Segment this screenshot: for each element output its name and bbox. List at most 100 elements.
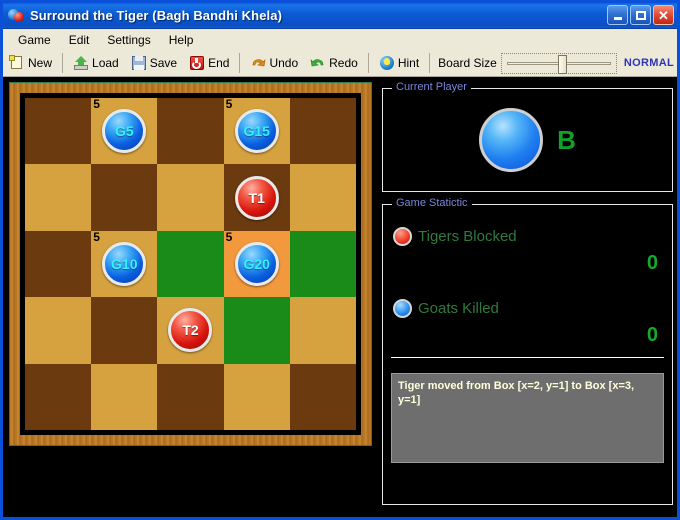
board-cell-r3-c2[interactable]: T2 [157,297,224,364]
cell-count-label: 5 [225,97,233,111]
tigers-blocked-row: Tigers Blocked [393,227,517,246]
status-message-box: Tiger moved from Box [x=2, y=1] to Box [… [391,373,664,463]
board-cell-r2-c3[interactable]: 5 G20 [223,229,290,298]
game-statistic-group: Game Statictic Tigers Blocked 0 Goats Ki… [382,197,673,505]
close-button[interactable]: ✕ [653,5,674,25]
game-board-grid[interactable]: 5 G5 5 G15 T1 5 G10 5 G20 T2 [25,98,356,430]
board-cell-r4-c2[interactable] [157,363,224,430]
board-cell-r2-c0[interactable] [25,230,92,298]
power-end-icon [189,55,205,71]
board-size-label: Board Size [438,56,497,70]
goat-piece-G15[interactable]: G15 [234,109,279,154]
hint-button[interactable]: Hint [374,51,424,76]
menu-item-game[interactable]: Game [9,31,60,49]
redo-arrow-icon [310,55,326,71]
board-cell-r2-c2[interactable] [157,230,224,298]
board-cell-r1-c3[interactable]: T1 [223,164,290,231]
toolbar-separator [429,53,431,73]
load-button-label: Load [92,56,119,70]
piece-label: G20 [243,255,270,272]
goats-killed-label: Goats Killed [418,300,499,317]
cell-count-label: 5 [225,229,233,244]
save-button[interactable]: Save [126,51,182,76]
board-cell-r2-c4[interactable] [289,230,356,298]
end-button[interactable]: End [184,51,234,76]
goat-piece-G10[interactable]: G10 [102,241,147,286]
goat-dot-icon [393,299,412,318]
tigers-blocked-label: Tigers Blocked [418,228,517,245]
board-cell-r4-c3[interactable] [223,363,290,430]
board-cell-r0-c2[interactable] [157,98,224,165]
undo-button[interactable]: Undo [245,51,303,76]
load-button[interactable]: Load [68,51,124,76]
application-window: Surround the Tiger (Bagh Bandhi Khela) ✕… [0,0,680,520]
toolbar-separator [239,53,241,73]
menu-item-edit[interactable]: Edit [60,31,99,49]
current-player-letter: B [557,125,576,155]
board-cell-r4-c0[interactable] [25,363,92,430]
piece-label: G15 [243,123,270,140]
goat-piece-G20[interactable]: G20 [234,241,279,286]
save-floppy-icon [131,55,147,71]
current-player-row: B [383,101,672,179]
board-cell-r3-c4[interactable] [289,297,356,364]
window-controls: ✕ [607,5,674,25]
new-button[interactable]: New [4,51,57,76]
tiger-piece-T2[interactable]: T2 [168,308,213,353]
current-player-group-title: Current Player [392,81,471,93]
new-page-icon [9,55,25,71]
tiger-piece-T1[interactable]: T1 [234,175,279,220]
board-cell-r4-c4[interactable] [289,363,356,430]
board-size-value: NORMAL [623,57,674,69]
tigers-blocked-value: 0 [646,252,658,274]
board-cell-r3-c0[interactable] [25,297,92,364]
board-cell-r0-c0[interactable] [25,98,92,165]
board-cell-r0-c4[interactable] [289,98,356,165]
piece-label: G5 [114,123,134,140]
tiger-dot-icon [393,227,412,246]
board-cell-r1-c1[interactable] [91,164,158,231]
redo-button[interactable]: Redo [305,51,363,76]
side-panel: Current Player B Game Statictic Tigers B… [382,80,673,513]
piece-label: G10 [111,255,138,272]
board-cell-r3-c1[interactable] [91,297,158,364]
board-size-control: Board Size NORMAL [438,52,677,74]
goat-ball-icon [479,108,544,172]
load-open-icon [73,55,89,71]
board-cell-r3-c3[interactable] [223,297,290,364]
piece-label: T2 [182,322,199,339]
undo-arrow-icon [250,55,266,71]
board-cell-r1-c2[interactable] [157,164,224,231]
close-icon: ✕ [658,7,669,23]
goats-killed-row: Goats Killed [393,299,499,318]
current-player-group: Current Player B [382,81,673,192]
undo-button-label: Undo [269,56,299,70]
menu-item-settings[interactable]: Settings [98,31,159,49]
goats-killed-value: 0 [646,324,658,346]
app-icon [7,7,25,25]
goat-piece-G5[interactable]: G5 [102,109,147,154]
game-statistic-group-title: Game Statictic [392,197,472,209]
toolbar-separator [367,53,369,73]
cell-count-label: 5 [93,97,100,111]
board-cell-r2-c1[interactable]: 5 G10 [91,229,158,298]
board-cell-r0-c1[interactable]: 5 G5 [91,97,158,165]
board-cell-r0-c3[interactable]: 5 G15 [223,97,290,165]
stats-divider [391,357,664,358]
board-cell-r1-c0[interactable] [25,164,92,231]
cell-count-label: 5 [93,229,100,244]
hint-globe-icon [379,55,395,71]
board-cell-r1-c4[interactable] [289,164,356,231]
slider-thumb[interactable] [557,54,567,74]
board-cell-r4-c1[interactable] [91,363,158,430]
end-button-label: End [208,56,230,70]
board-size-slider[interactable] [500,52,617,74]
hint-button-label: Hint [397,56,420,70]
save-button-label: Save [149,56,178,70]
main-content: 5 G5 5 G15 T1 5 G10 5 G20 T2 Current Player B Gam… [3,78,677,517]
maximize-button[interactable] [630,5,651,25]
minimize-button[interactable] [607,5,628,25]
toolbar: New Load Save End Undo Redo Hint Board S… [3,50,677,77]
menu-item-help[interactable]: Help [160,31,203,49]
title-bar: Surround the Tiger (Bagh Bandhi Khela) ✕ [3,3,677,29]
